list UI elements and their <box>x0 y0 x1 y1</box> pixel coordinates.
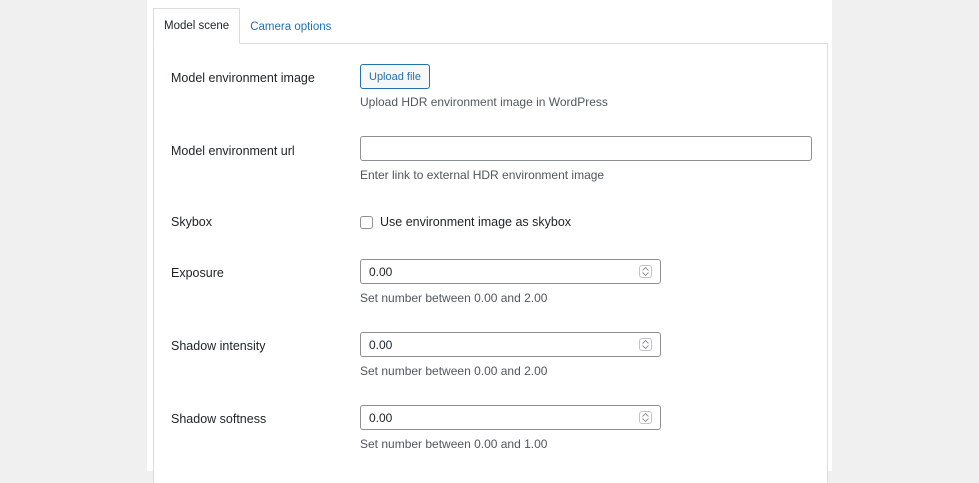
environment-image-description: Upload HDR environment image in WordPres… <box>360 95 608 109</box>
environment-url-description: Enter link to external HDR environment i… <box>360 168 605 182</box>
settings-panel: Model scene Camera options Model environ… <box>147 0 832 483</box>
tab-bar: Model scene Camera options <box>153 8 341 44</box>
tab-model-scene[interactable]: Model scene <box>153 8 241 44</box>
shadow-softness-input[interactable]: 0.00 <box>360 405 661 430</box>
environment-url-label: Model environment url <box>171 144 295 158</box>
shadow-intensity-input[interactable]: 0.00 <box>360 332 661 357</box>
shadow-intensity-label: Shadow intensity <box>171 339 266 353</box>
skybox-checkbox-row[interactable]: Use environment image as skybox <box>360 215 571 229</box>
exposure-spinner-icon[interactable] <box>639 265 652 278</box>
upload-file-button[interactable]: Upload file <box>360 64 430 89</box>
shadow-intensity-spinner-icon[interactable] <box>639 338 652 351</box>
shadow-softness-label: Shadow softness <box>171 412 267 426</box>
exposure-label: Exposure <box>171 266 224 280</box>
environment-image-label: Model environment image <box>171 71 315 85</box>
shadow-intensity-description: Set number between 0.00 and 2.00 <box>360 364 548 378</box>
tab-content-model-scene: Model environment image Upload file Uplo… <box>153 43 828 483</box>
tab-camera-options[interactable]: Camera options <box>240 9 341 44</box>
shadow-softness-value[interactable]: 0.00 <box>369 411 392 425</box>
exposure-description: Set number between 0.00 and 2.00 <box>360 291 548 305</box>
shadow-softness-description: Set number between 0.00 and 1.00 <box>360 437 548 451</box>
shadow-softness-spinner-icon[interactable] <box>639 411 652 424</box>
skybox-checkbox-label[interactable]: Use environment image as skybox <box>380 215 571 229</box>
skybox-label: Skybox <box>171 215 212 229</box>
exposure-value[interactable]: 0.00 <box>369 265 392 279</box>
shadow-intensity-value[interactable]: 0.00 <box>369 338 392 352</box>
skybox-checkbox[interactable] <box>360 215 373 229</box>
environment-url-input[interactable] <box>360 136 812 161</box>
exposure-input[interactable]: 0.00 <box>360 259 661 284</box>
